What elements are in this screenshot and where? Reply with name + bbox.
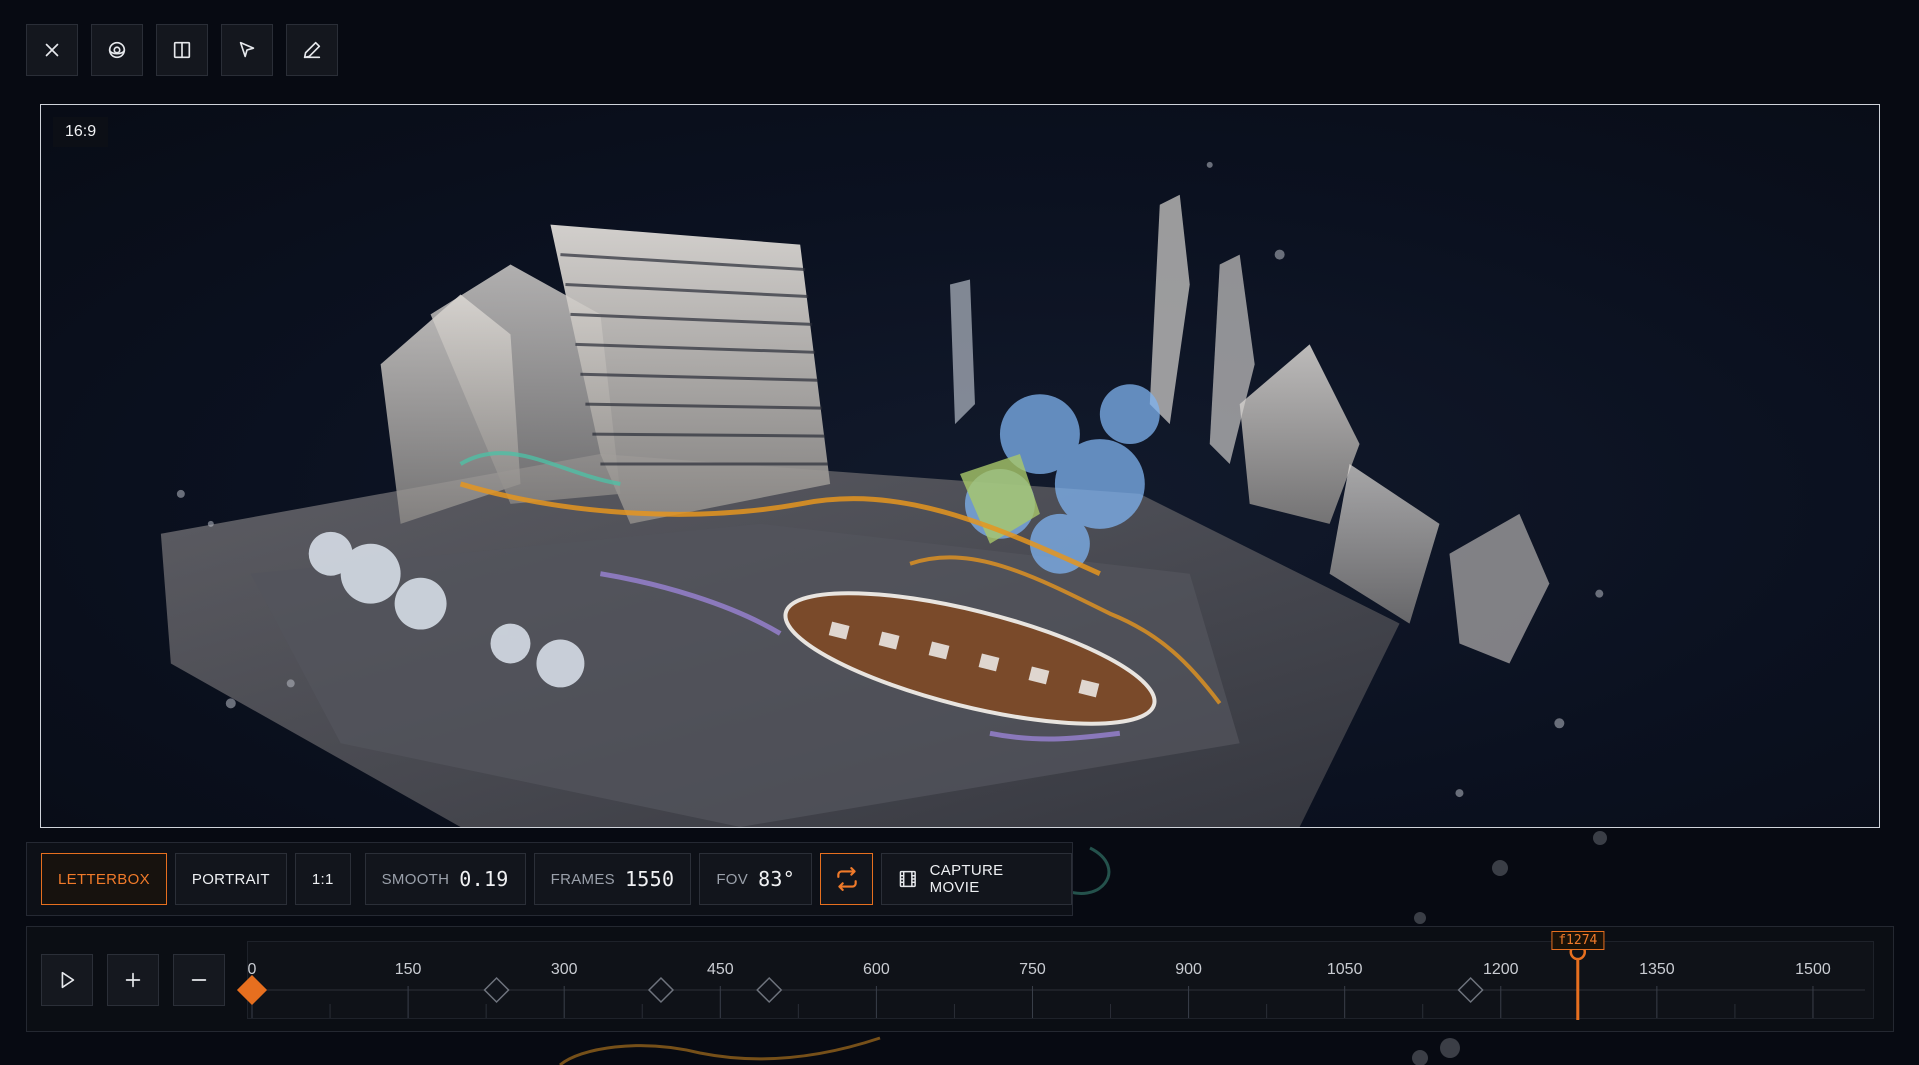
- loop-icon: [836, 867, 857, 891]
- fov-field[interactable]: FOV 83°: [699, 853, 813, 905]
- camera-controls-bar: LETTERBOX PORTRAIT 1:1 SMOOTH 0.19 FRAME…: [26, 842, 1073, 916]
- fov-value[interactable]: 83°: [758, 867, 795, 891]
- smooth-label: SMOOTH: [381, 870, 450, 888]
- smooth-value[interactable]: 0.19: [459, 867, 508, 891]
- minus-icon: [191, 979, 207, 981]
- tick-label: 900: [1175, 961, 1202, 978]
- loop-button[interactable]: [820, 853, 874, 905]
- film-icon: [899, 870, 916, 888]
- orbit-icon: [108, 41, 126, 59]
- close-button[interactable]: [26, 24, 78, 76]
- square-button[interactable]: 1:1: [294, 853, 351, 905]
- top-toolbar: [26, 24, 338, 76]
- viewport-3d[interactable]: 16:9: [40, 104, 1880, 828]
- remove-keyframe-button[interactable]: [173, 954, 225, 1006]
- split-view-button[interactable]: [156, 24, 208, 76]
- tick-label: 1350: [1639, 961, 1675, 978]
- frames-label: FRAMES: [550, 870, 615, 888]
- capture-movie-label: CAPTURE MOVIE: [929, 862, 1004, 896]
- add-keyframe-button[interactable]: [107, 954, 159, 1006]
- play-button[interactable]: [41, 954, 93, 1006]
- tick-label: 1050: [1327, 961, 1363, 978]
- keyframe-marker[interactable]: [483, 976, 510, 1004]
- frames-value[interactable]: 1550: [625, 867, 674, 891]
- orbit-button[interactable]: [91, 24, 143, 76]
- fov-label: FOV: [716, 870, 749, 888]
- pencil-icon: [303, 41, 321, 59]
- letterbox-button[interactable]: LETTERBOX: [41, 853, 167, 905]
- close-icon: [45, 43, 59, 57]
- timeline-track[interactable]: 0 150 300 450 600 750 900 1050 1200 1350 1500 f127…: [236, 931, 1875, 1020]
- plus-icon: [125, 972, 141, 988]
- select-button[interactable]: [221, 24, 273, 76]
- keyframe-marker[interactable]: [647, 976, 675, 1004]
- split-view-icon: [173, 41, 191, 59]
- portrait-button[interactable]: PORTRAIT: [174, 853, 287, 905]
- keyframe-marker[interactable]: [756, 976, 783, 1004]
- tick-label: 300: [551, 961, 578, 978]
- capture-movie-button[interactable]: CAPTURE MOVIE: [881, 853, 1072, 905]
- tick-label: 750: [1019, 961, 1046, 978]
- timeline-ruler[interactable]: 0 150 300 450 600 750 900 1050 1200 1350 1500: [236, 942, 1875, 1020]
- tick-label: 450: [707, 961, 734, 978]
- tick-label: 150: [395, 961, 422, 978]
- frames-field[interactable]: FRAMES 1550: [533, 853, 692, 905]
- timeline-panel: 0 150 300 450 600 750 900 1050 1200 1350 1500 f127…: [26, 926, 1894, 1032]
- tick-label: 1200: [1483, 961, 1519, 978]
- keyframe-marker-selected[interactable]: [236, 974, 268, 1006]
- tick-label: 1500: [1795, 961, 1831, 978]
- pointer-icon: [239, 41, 255, 58]
- point-cloud-scene[interactable]: [41, 105, 1879, 827]
- draw-button[interactable]: [286, 24, 338, 76]
- aspect-ratio-badge: 16:9: [53, 117, 109, 147]
- tick-label: 600: [863, 961, 890, 978]
- playhead-frame-label: f1274: [1551, 931, 1605, 950]
- play-icon: [61, 971, 75, 989]
- smooth-field[interactable]: SMOOTH 0.19: [364, 853, 526, 905]
- keyframe-marker[interactable]: [1457, 976, 1484, 1004]
